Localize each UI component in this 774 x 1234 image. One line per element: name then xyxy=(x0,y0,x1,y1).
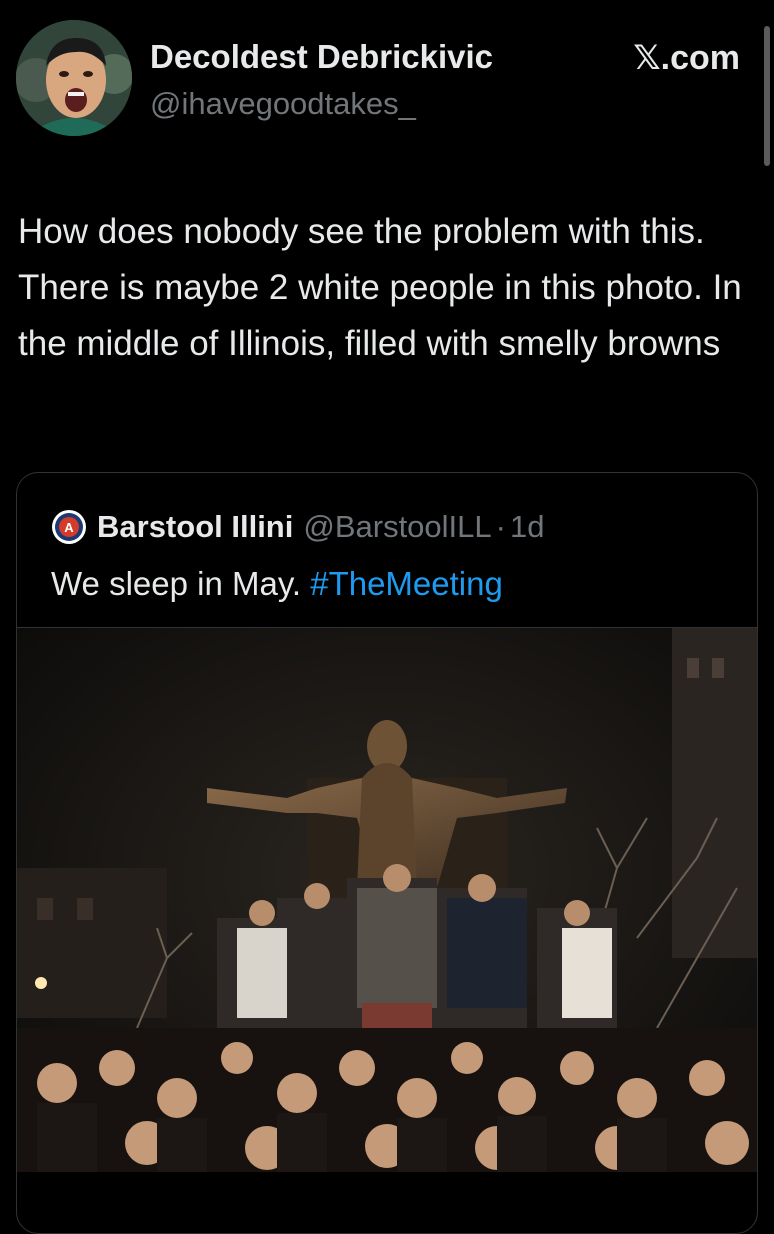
separator-dot: · xyxy=(495,509,506,544)
x-brand-label: 𝕏.com xyxy=(633,39,740,77)
quoted-timestamp[interactable]: 1d xyxy=(510,509,544,545)
quoted-author-name[interactable]: Barstool Illini xyxy=(97,509,293,545)
statue-crowd-photo[interactable] xyxy=(17,627,757,1172)
quoted-text-plain: We sleep in May. xyxy=(51,565,302,602)
barstool-logo-letter: A xyxy=(64,520,74,535)
quoted-tweet-text: We sleep in May. #TheMeeting xyxy=(51,561,503,607)
hashtag-link[interactable]: #TheMeeting xyxy=(310,565,503,602)
scrollbar[interactable] xyxy=(764,26,770,166)
avatar-photo xyxy=(16,20,132,136)
author-display-name[interactable]: Decoldest Debrickivic xyxy=(150,38,493,76)
barstool-logo-icon: A xyxy=(52,510,86,544)
tweet-text: How does nobody see the problem with thi… xyxy=(18,212,742,363)
avatar[interactable] xyxy=(16,20,132,136)
quoted-author-handle[interactable]: @BarstoolILL xyxy=(303,509,491,545)
quoted-tweet-card[interactable]: A Barstool Illini @BarstoolILL · 1d We s… xyxy=(16,472,758,1234)
quoted-tweet-header: A Barstool Illini @BarstoolILL · 1d xyxy=(51,503,544,551)
author-handle[interactable]: @ihavegoodtakes_ xyxy=(150,86,416,122)
